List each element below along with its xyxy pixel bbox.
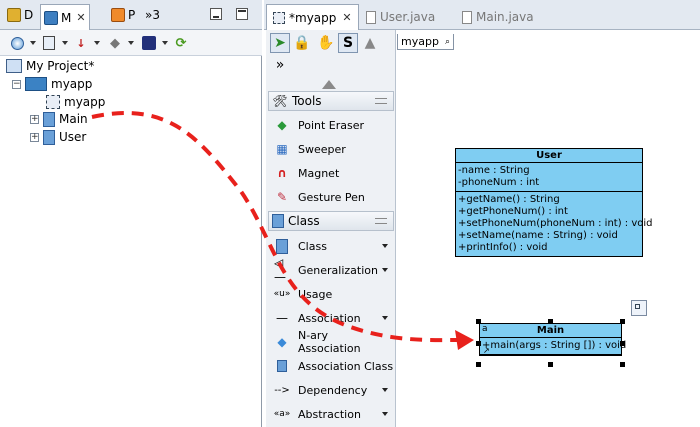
drag-arrow	[91, 111, 474, 350]
drag-path	[91, 111, 459, 343]
arrowhead-icon	[455, 330, 474, 350]
